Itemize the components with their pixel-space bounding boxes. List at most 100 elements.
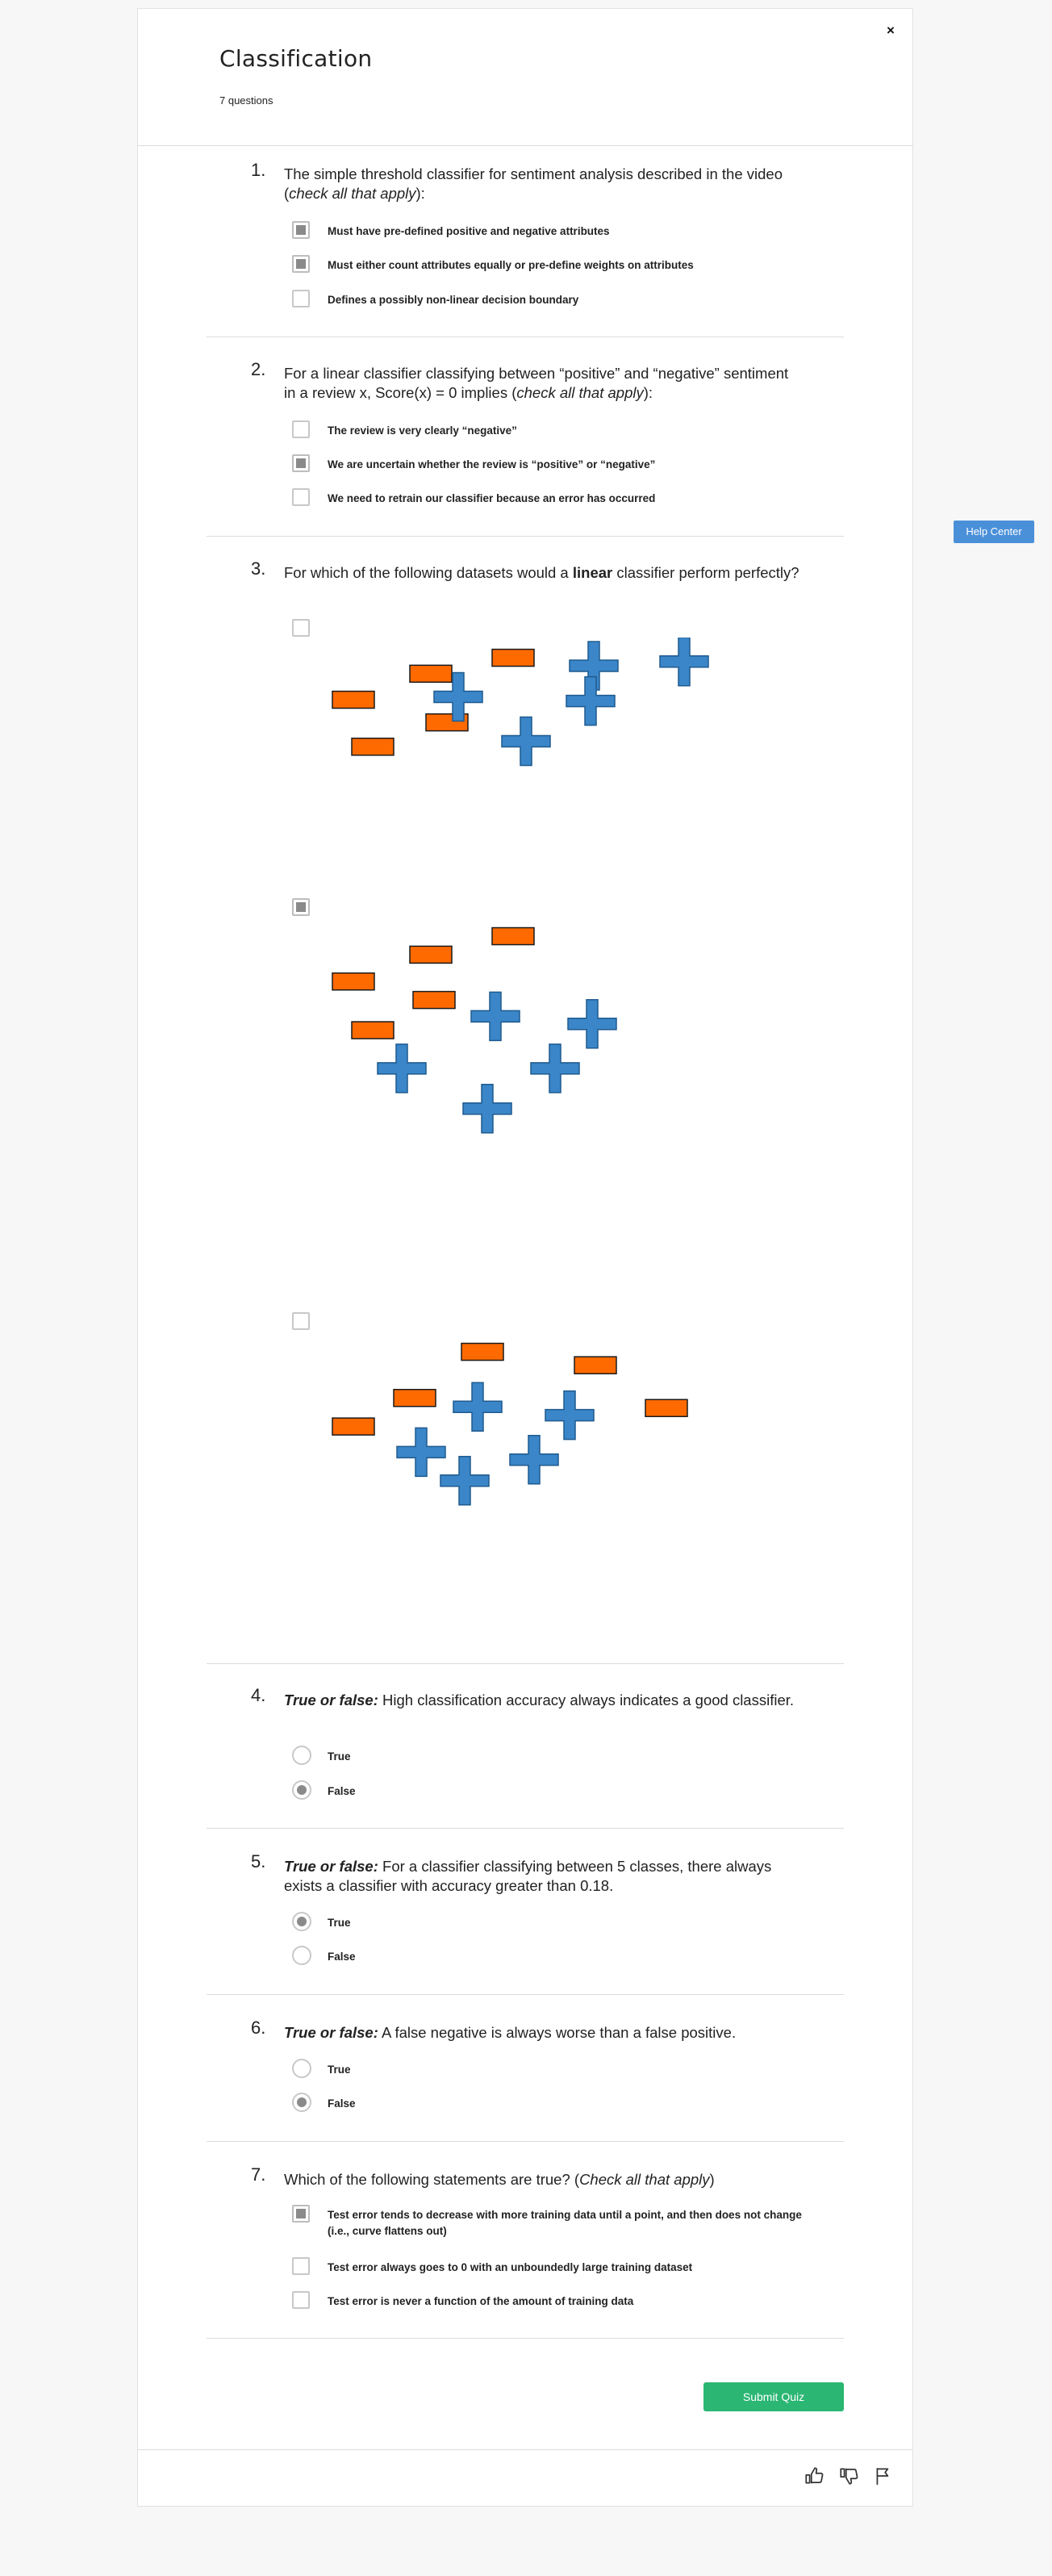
question-6-text: True or false: A false negative is alway…: [284, 2024, 737, 2041]
question-6-option-true[interactable]: True: [292, 2058, 808, 2080]
help-center-button[interactable]: Help Center: [954, 521, 1034, 543]
checkbox[interactable]: [292, 454, 310, 472]
submit-quiz-button[interactable]: Submit Quiz: [703, 2382, 844, 2411]
option-label: Defines a possibly non-linear decision b…: [328, 294, 579, 306]
option-label: True: [328, 1750, 351, 1763]
checkbox[interactable]: [292, 255, 310, 273]
option-label: Must either count attributes equally or …: [328, 259, 694, 271]
negative-example-marker: [645, 1399, 688, 1417]
option-label: Test error always goes to 0 with an unbo…: [328, 2261, 693, 2273]
checkbox[interactable]: [292, 619, 310, 637]
negative-example-marker: [574, 1356, 617, 1374]
header-divider: [138, 145, 912, 146]
question-5-option-true[interactable]: True: [292, 1911, 808, 1934]
question-divider: [207, 536, 844, 537]
thumbs-up-icon[interactable]: [804, 2465, 824, 2486]
checkbox[interactable]: [292, 2205, 310, 2223]
negative-example-marker: [409, 664, 453, 684]
radio-button[interactable]: [292, 1780, 311, 1800]
positive-example-marker: [470, 991, 520, 1042]
radio-button[interactable]: [292, 2093, 311, 2112]
dataset-plot-1: [332, 638, 709, 767]
positive-example-marker: [567, 999, 617, 1049]
checkbox[interactable]: [292, 1312, 310, 1330]
question-divider: [207, 1994, 844, 1995]
footer-divider: [138, 2449, 912, 2450]
option-label: False: [328, 1785, 356, 1797]
positive-example-marker: [501, 716, 551, 767]
option-label: False: [328, 2097, 356, 2110]
negative-example-marker: [409, 945, 453, 964]
option-label: We are uncertain whether the review is “…: [328, 458, 656, 470]
question-divider: [207, 2141, 844, 2142]
question-2-option-1[interactable]: The review is very clearly “negative”: [292, 419, 808, 441]
question-7-option-1[interactable]: Test error tends to decrease with more t…: [292, 2203, 808, 2240]
positive-example-marker: [440, 1455, 490, 1506]
question-4-option-true[interactable]: True: [292, 1745, 808, 1767]
checkbox[interactable]: [292, 420, 310, 438]
question-3-number: 3.: [251, 558, 266, 579]
negative-example-marker: [393, 1389, 436, 1407]
option-label: False: [328, 1951, 356, 1963]
question-4-text: True or false: High classification accur…: [284, 1692, 795, 1708]
checkbox[interactable]: [292, 221, 310, 239]
question-3-text: For which of the following datasets woul…: [284, 564, 799, 581]
quiz-title: Classification: [219, 45, 373, 72]
question-2-text: For a linear classifier classifying betw…: [284, 365, 789, 401]
question-7-option-3[interactable]: Test error is never a function of the am…: [292, 2290, 808, 2312]
flag-icon[interactable]: [873, 2465, 894, 2486]
positive-example-marker: [462, 1084, 512, 1134]
radio-button[interactable]: [292, 1946, 311, 1965]
question-3-option-3[interactable]: [292, 1311, 316, 1333]
checkbox[interactable]: [292, 2257, 310, 2275]
negative-example-marker: [351, 738, 394, 756]
question-7-number: 7.: [251, 2164, 266, 2185]
question-3-option-2[interactable]: [292, 897, 316, 919]
question-2-number: 2.: [251, 359, 266, 379]
question-2-option-2[interactable]: We are uncertain whether the review is “…: [292, 453, 808, 475]
checkbox[interactable]: [292, 2291, 310, 2309]
question-7-text: Which of the following statements are tr…: [284, 2171, 715, 2188]
positive-example-marker: [509, 1434, 559, 1485]
question-5-number: 5.: [251, 1851, 266, 1871]
question-3-option-1[interactable]: [292, 617, 316, 640]
question-2-option-3[interactable]: We need to retrain our classifier becaus…: [292, 487, 808, 509]
thumbs-down-icon[interactable]: [838, 2465, 859, 2486]
negative-example-marker: [332, 690, 375, 709]
dataset-plot-2: [332, 926, 617, 1134]
question-1-option-1[interactable]: Must have pre-defined positive and negat…: [292, 220, 808, 242]
option-label: Test error tends to decrease with more t…: [328, 2209, 802, 2237]
question-divider: [207, 1663, 844, 1664]
negative-example-marker: [412, 990, 456, 1010]
question-1-number: 1.: [251, 160, 266, 180]
question-1-option-2[interactable]: Must either count attributes equally or …: [292, 253, 808, 276]
checkbox[interactable]: [292, 488, 310, 506]
option-label: The review is very clearly “negative”: [328, 424, 517, 437]
radio-button[interactable]: [292, 1746, 311, 1765]
checkbox[interactable]: [292, 290, 310, 307]
question-5-option-false[interactable]: False: [292, 1945, 808, 1968]
question-7-option-2[interactable]: Test error always goes to 0 with an unbo…: [292, 2256, 808, 2278]
radio-button[interactable]: [292, 2059, 311, 2078]
question-divider: [207, 2338, 844, 2339]
question-4-option-false[interactable]: False: [292, 1779, 808, 1802]
negative-example-marker: [332, 1417, 375, 1436]
positive-example-marker: [530, 1043, 580, 1094]
negative-example-marker: [491, 926, 535, 946]
question-6-number: 6.: [251, 2018, 266, 2038]
question-6-option-false[interactable]: False: [292, 2092, 808, 2114]
question-1-option-3[interactable]: Defines a possibly non-linear decision b…: [292, 288, 808, 311]
option-label: Test error is never a function of the am…: [328, 2295, 634, 2307]
checkbox[interactable]: [292, 898, 310, 916]
positive-example-marker: [377, 1043, 427, 1094]
option-label: True: [328, 1917, 351, 1929]
positive-example-marker: [453, 1382, 503, 1432]
close-button[interactable]: ×: [883, 23, 899, 39]
option-label: Must have pre-defined positive and negat…: [328, 225, 610, 237]
positive-example-marker: [545, 1390, 595, 1441]
question-divider: [207, 1828, 844, 1829]
positive-example-marker: [396, 1427, 446, 1478]
question-1-text: The simple threshold classifier for sent…: [284, 165, 783, 202]
negative-example-marker: [461, 1342, 504, 1361]
radio-button[interactable]: [292, 1912, 311, 1931]
